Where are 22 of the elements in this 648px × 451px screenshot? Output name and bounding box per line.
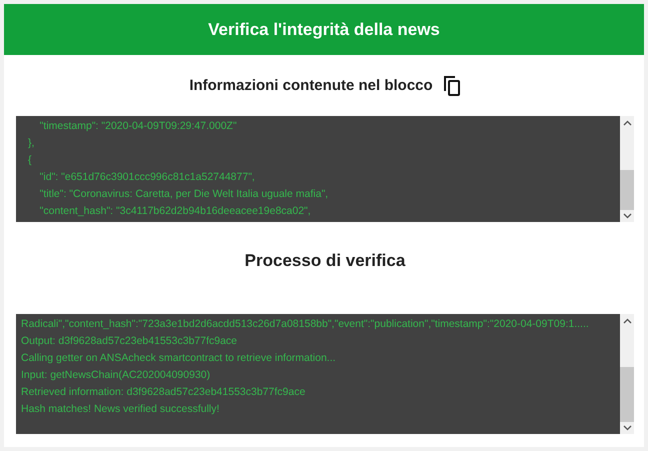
page-header: Verifica l'integrità della news xyxy=(4,4,644,55)
copy-icon[interactable] xyxy=(442,74,461,96)
scroll-up-icon[interactable] xyxy=(622,120,632,126)
scroll-down-icon[interactable] xyxy=(622,425,632,431)
section-title: Processo di verifica xyxy=(244,251,406,271)
log-line: Radicali","content_hash":"723a3e1bd2d6acdd513c26d7a08158bb","event":"publication","timestamp":"2020-04-09T09:1..... xyxy=(21,317,590,332)
code-line: }, xyxy=(28,136,36,151)
section-title: Informazioni contenute nel blocco xyxy=(189,77,433,94)
log-line: Hash matches! News verified successfully! xyxy=(21,402,220,417)
scroll-down-icon[interactable] xyxy=(622,213,632,219)
scrollbar[interactable] xyxy=(620,314,634,434)
log-line: Output: d3f9628ad57c23eb41553c3b77fc9ace xyxy=(21,334,238,349)
log-line: Retrieved information: d3f9628ad57c23eb41553c3b77fc9ace xyxy=(21,385,306,400)
code-line: "id": "e651d76c3901ccc996c81c1a52744877", xyxy=(38,170,256,185)
scroll-up-icon[interactable] xyxy=(622,318,632,324)
log-line: Calling getter on ANSAcheck smartcontract to retrieve information... xyxy=(21,351,337,366)
code-line: { xyxy=(28,153,33,168)
log-line: Input: getNewsChain(AC202004090930) xyxy=(21,368,212,383)
code-line: "content_hash": "3c4117b62d2b94b16deeacee19e8ca02", xyxy=(38,204,312,219)
scrollbar[interactable] xyxy=(620,116,634,222)
code-line: "timestamp": "2020-04-09T09:29:47.000Z" xyxy=(38,119,238,134)
code-line: "title": "Coronavirus: Caretta, per Die Welt Italia uguale mafia", xyxy=(38,187,330,202)
